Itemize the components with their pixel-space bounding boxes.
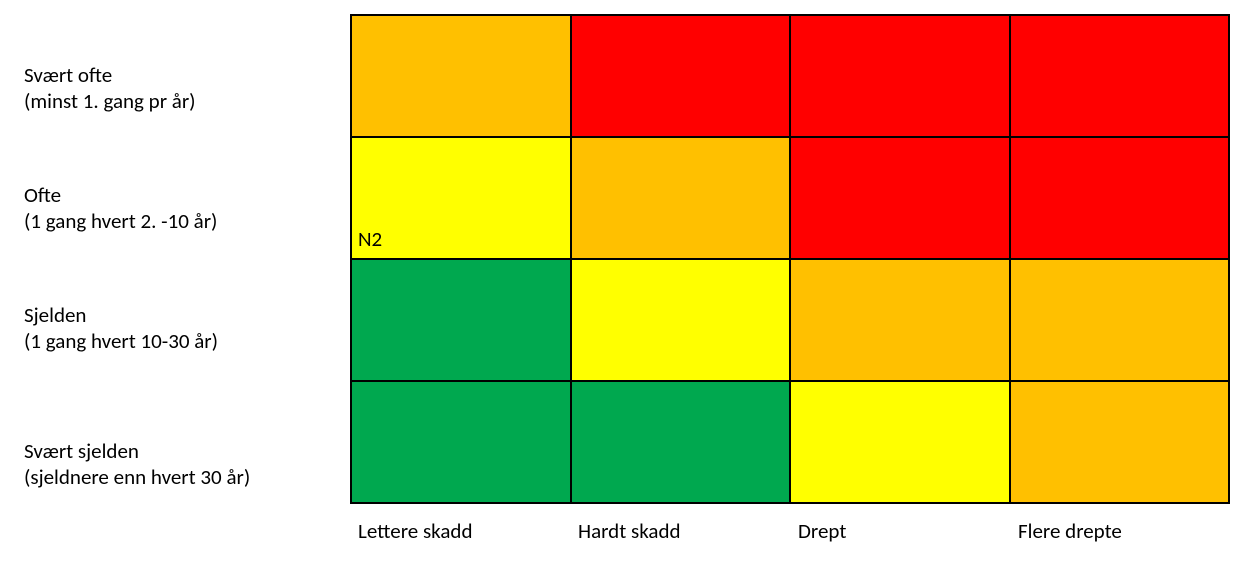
matrix-cell — [351, 15, 571, 137]
col-axis-labels: Lettere skadd Hardt skadd Drept Flere dr… — [350, 512, 1230, 544]
matrix-cell — [1010, 137, 1230, 259]
matrix-cell — [351, 259, 571, 381]
row-label-1: Svært ofte (minst 1. gang pr år) — [24, 28, 344, 148]
matrix-cell — [1010, 259, 1230, 381]
row-label-1-main: Svært ofte — [24, 62, 344, 88]
row-label-4-main: Svært sjelden — [24, 438, 344, 464]
col-label-1: Lettere skadd — [350, 512, 570, 544]
row-axis-labels: Svært ofte (minst 1. gang pr år) Ofte (1… — [24, 28, 344, 508]
row-label-2-sub: (1 gang hvert 2. -10 år) — [24, 208, 344, 234]
row-label-3-main: Sjelden — [24, 302, 344, 328]
matrix-cell: N2 — [351, 137, 571, 259]
matrix-cell — [1010, 381, 1230, 503]
row-label-3: Sjelden (1 gang hvert 10-30 år) — [24, 268, 344, 388]
col-label-4: Flere drepte — [1010, 512, 1230, 544]
matrix-cell — [790, 15, 1010, 137]
matrix-cell — [790, 381, 1010, 503]
row-label-2: Ofte (1 gang hvert 2. -10 år) — [24, 148, 344, 268]
matrix-cell — [571, 259, 791, 381]
row-label-4: Svært sjelden (sjeldnere enn hvert 30 år… — [24, 388, 344, 508]
matrix-grid: N2 — [350, 14, 1230, 504]
row-label-1-sub: (minst 1. gang pr år) — [24, 88, 344, 114]
col-label-2: Hardt skadd — [570, 512, 790, 544]
matrix-cell — [351, 381, 571, 503]
matrix-cell — [571, 381, 791, 503]
col-label-3: Drept — [790, 512, 1010, 544]
matrix-cell — [571, 137, 791, 259]
matrix-cell — [1010, 15, 1230, 137]
matrix-cell — [790, 259, 1010, 381]
matrix-cell — [790, 137, 1010, 259]
matrix-cell-label: N2 — [358, 226, 382, 252]
row-label-2-main: Ofte — [24, 182, 344, 208]
risk-matrix: Svært ofte (minst 1. gang pr år) Ofte (1… — [0, 0, 1248, 569]
row-label-3-sub: (1 gang hvert 10-30 år) — [24, 328, 344, 354]
row-label-4-sub: (sjeldnere enn hvert 30 år) — [24, 464, 344, 490]
matrix-cell — [571, 15, 791, 137]
